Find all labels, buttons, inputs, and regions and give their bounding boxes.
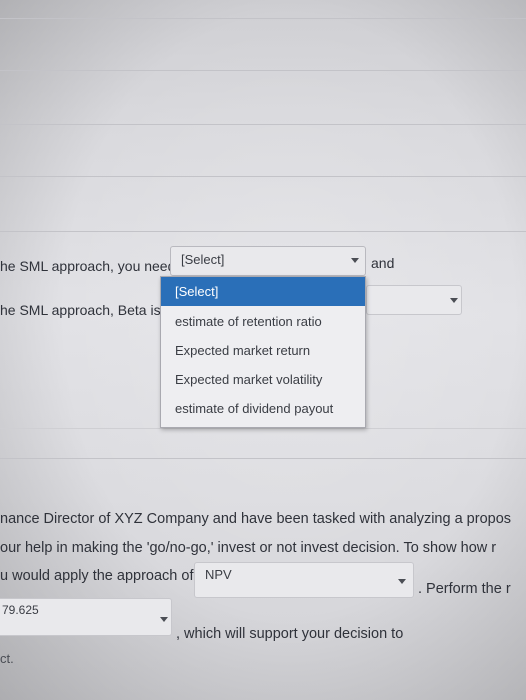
paragraph-line-3-suffix: . Perform the r (418, 581, 511, 597)
dropdown-options-list: [Select] estimate of retention ratio Exp… (160, 276, 366, 428)
chevron-down-icon (160, 617, 168, 622)
paragraph-line-3-prefix: u would apply the approach of (0, 568, 194, 584)
dropdown-option-market-volatility[interactable]: Expected market volatility (161, 365, 365, 394)
dropdown-option-dividend-payout[interactable]: estimate of dividend payout (161, 394, 365, 423)
divider (0, 124, 526, 125)
question-2-prefix: he SML approach, Beta is ar (0, 302, 177, 318)
chevron-down-icon (351, 258, 359, 263)
divider (0, 18, 526, 19)
question-1-select-value: [Select] (181, 252, 225, 267)
divider (0, 70, 526, 71)
question-1-select[interactable]: [Select] (170, 246, 366, 276)
value-select-value: 79.625 (2, 603, 39, 617)
chevron-down-icon (398, 579, 406, 584)
paragraph-line-2: our help in making the 'go/no-go,' inves… (0, 540, 497, 556)
approach-select[interactable]: NPV (194, 562, 414, 598)
question-1-prefix: he SML approach, you need (0, 258, 176, 274)
approach-select-value: NPV (205, 567, 232, 582)
chevron-down-icon (450, 298, 458, 303)
dropdown-option-select[interactable]: [Select] (161, 277, 365, 306)
paragraph-line-1: nance Director of XYZ Company and have b… (0, 511, 512, 527)
divider (0, 458, 526, 459)
divider (0, 231, 526, 232)
divider (0, 176, 526, 177)
dropdown-option-retention-ratio[interactable]: estimate of retention ratio (161, 307, 365, 336)
dropdown-option-market-return[interactable]: Expected market return (161, 336, 365, 365)
divider (0, 428, 526, 429)
question-2-select[interactable] (366, 285, 462, 315)
paragraph-line-4-suffix: , which will support your decision to (176, 626, 404, 642)
question-1-suffix: and (371, 255, 395, 271)
paragraph-line-5: ct. (0, 651, 14, 666)
value-select[interactable]: 79.625 (0, 598, 172, 636)
